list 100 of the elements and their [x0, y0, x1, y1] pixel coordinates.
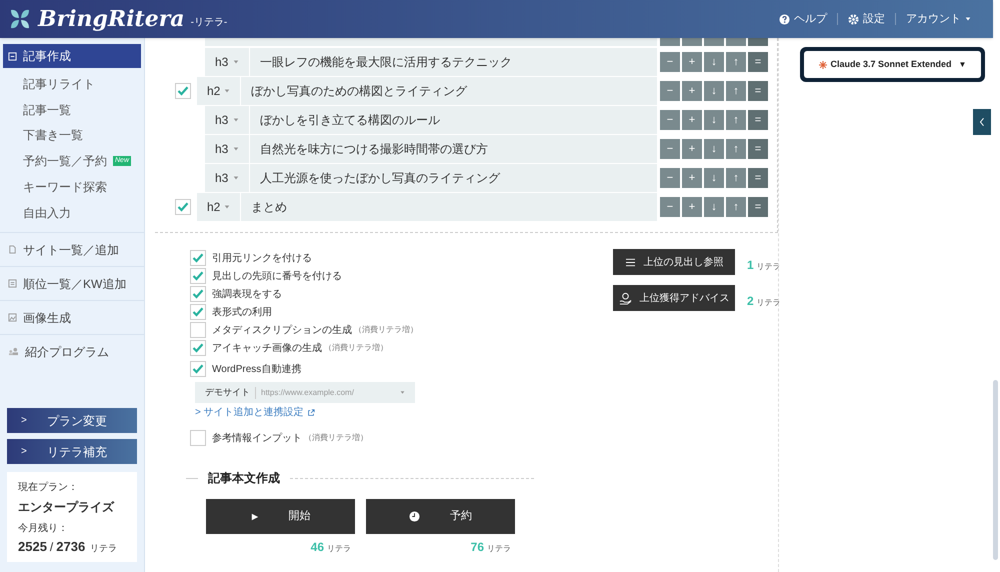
sidebar-item[interactable]: 順位一覧／KW追加 — [3, 272, 141, 296]
sidebar-link[interactable]: 予約一覧／予約 — [23, 152, 107, 170]
sidebar-item[interactable]: サイト一覧／追加 — [3, 238, 141, 262]
row-action-button[interactable]: = — [748, 197, 768, 217]
option-label: 表形式の利用 — [212, 306, 272, 320]
heading-field[interactable]: ぼかし写真のための構図とライティング — [241, 77, 657, 105]
checkbox[interactable] — [190, 250, 206, 266]
checkbox[interactable] — [190, 322, 206, 338]
row-action-button[interactable]: ↑ — [726, 139, 746, 159]
action-button[interactable]: 予約 — [366, 499, 515, 534]
row-action-button[interactable]: + — [682, 139, 702, 159]
section-icon — [8, 52, 17, 60]
nav-link[interactable]: アカウント — [906, 10, 971, 28]
action-button[interactable]: 上位獲得アドバイス — [613, 285, 735, 311]
heading-field[interactable]: 一眼レフの機能を最大限に活用するテクニック — [250, 48, 657, 76]
nav-link[interactable]: 設定 — [848, 10, 885, 28]
row-action-button[interactable]: − — [660, 197, 680, 217]
row-action-button[interactable]: = — [748, 52, 768, 72]
action-button[interactable]: 上位の見出し参照 — [613, 249, 735, 275]
logo-icon — [8, 7, 32, 31]
option-label: WordPress自動連携 — [212, 362, 302, 376]
plan-label: 現在プラン： — [18, 480, 79, 495]
row-action-button[interactable]: = — [748, 81, 768, 101]
row-action-button[interactable]: = — [748, 168, 768, 188]
level-select[interactable]: h3 — [205, 164, 249, 192]
heading-field[interactable]: 自然光を味方につける撮影時間帯の選び方 — [250, 135, 657, 163]
checkbox[interactable] — [190, 340, 206, 356]
row-action-button[interactable]: + — [682, 52, 702, 72]
row-action-button[interactable]: = — [748, 139, 768, 159]
action-button[interactable]: 開始 — [206, 499, 355, 534]
sidebar-item[interactable]: 画像生成 — [3, 306, 141, 330]
sidebar-link[interactable]: 記事一覧 — [23, 100, 71, 119]
level-select[interactable]: h3 — [205, 48, 249, 76]
checkbox[interactable] — [190, 268, 206, 284]
row-action-button[interactable]: − — [660, 110, 680, 130]
checkbox[interactable] — [190, 430, 206, 446]
sidebar-item[interactable]: 紹介プログラム — [3, 340, 141, 364]
nav-link[interactable]: ヘルプ — [779, 10, 827, 28]
caret-icon — [233, 146, 239, 152]
option-label: 引用元リンクを付ける — [212, 252, 312, 266]
level-select[interactable]: h3 — [205, 135, 249, 163]
sidebar-button[interactable]: > リテラ補充 — [7, 439, 137, 464]
caret-icon — [233, 117, 239, 123]
level-select[interactable]: h2 — [197, 193, 240, 221]
option-note: （消費リテラ増） — [354, 324, 418, 336]
collapse-button[interactable] — [973, 109, 991, 135]
settings-icon — [848, 14, 859, 24]
sidebar-link[interactable]: キーワード探索 — [23, 178, 107, 196]
sidebar-item[interactable]: 記事作成 — [3, 44, 141, 68]
row-action-button[interactable]: ↓ — [704, 139, 724, 159]
sidebar-button[interactable]: > プラン変更 — [7, 408, 137, 433]
option-label: 見出しの先頭に番号を付ける — [212, 270, 342, 284]
row-action-button[interactable]: + — [682, 81, 702, 101]
row-action-button[interactable]: ↑ — [726, 110, 746, 130]
caret-icon — [233, 175, 239, 181]
sidebar-link[interactable]: 下書き一覧 — [23, 126, 83, 144]
cost-unit: リテラ — [487, 543, 511, 555]
row-action-button[interactable]: + — [682, 197, 702, 217]
settings-link[interactable]: > サイト追加と連携設定 — [195, 405, 315, 420]
remaining-label: 今月残り： — [18, 522, 69, 536]
row-action-button[interactable]: − — [660, 52, 680, 72]
level-select[interactable]: h2 — [197, 77, 240, 105]
list-icon — [624, 258, 636, 266]
row-action-button[interactable]: ↑ — [726, 168, 746, 188]
row-action-button[interactable]: ↑ — [726, 52, 746, 72]
sidebar-link[interactable]: 自由入力 — [23, 204, 71, 222]
logo-subtitle: -リテラ- — [190, 16, 228, 30]
sidebar-link[interactable]: 記事リライト — [23, 74, 95, 93]
row-action-button[interactable]: − — [660, 168, 680, 188]
checkbox[interactable] — [190, 361, 206, 377]
section-icon — [8, 279, 17, 288]
heading-field[interactable]: ぼかしを引き立てる構図のルール — [250, 106, 657, 134]
slash: / — [50, 539, 54, 556]
clock-icon — [409, 511, 420, 522]
level-select[interactable]: h3 — [205, 106, 249, 134]
row-action-button[interactable]: ↓ — [704, 197, 724, 217]
starburst-icon — [818, 60, 827, 68]
row-action-button[interactable]: − — [660, 139, 680, 159]
row-action-button[interactable]: + — [682, 110, 702, 130]
row-action-button[interactable]: ↓ — [704, 52, 724, 72]
option-label: 強調表現をする — [212, 288, 282, 302]
checkbox[interactable] — [190, 286, 206, 302]
checkbox[interactable] — [175, 83, 191, 99]
plan-name: エンタープライズ — [18, 499, 116, 516]
row-action-button[interactable]: ↓ — [704, 110, 724, 130]
checkbox[interactable] — [190, 304, 206, 320]
row-action-button[interactable]: + — [682, 168, 702, 188]
model-select[interactable]: Claude 3.7 Sonnet Extended ▼ — [804, 51, 981, 78]
row-action-button[interactable]: ↓ — [704, 168, 724, 188]
heading-field[interactable]: まとめ — [241, 193, 657, 221]
cost-count: 2 — [747, 293, 754, 310]
option-note: （消費リテラ増） — [304, 432, 368, 444]
row-action-button[interactable]: = — [748, 110, 768, 130]
checkbox[interactable] — [175, 199, 191, 215]
row-action-button[interactable]: ↑ — [726, 81, 746, 101]
site-select[interactable]: デモサイト https://www.example.com/ — [195, 382, 415, 403]
row-action-button[interactable]: ↑ — [726, 197, 746, 217]
row-action-button[interactable]: ↓ — [704, 81, 724, 101]
row-action-button[interactable]: − — [660, 81, 680, 101]
heading-field[interactable]: 人工光源を使ったぼかし写真のライティング — [250, 164, 657, 192]
